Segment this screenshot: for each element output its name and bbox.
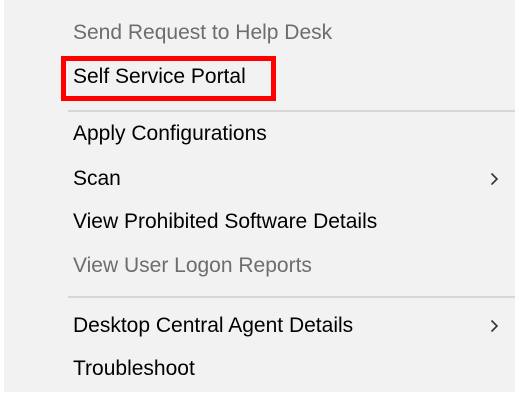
- menu-item-label: View Prohibited Software Details: [73, 210, 378, 233]
- menu-item-label: Scan: [73, 167, 121, 190]
- chevron-right-icon: [487, 172, 501, 186]
- menu-item-send-request-to-help-desk[interactable]: Send Request to Help Desk: [4, 11, 515, 55]
- menu-item-desktop-central-agent-details[interactable]: Desktop Central Agent Details: [4, 304, 515, 348]
- menu-separator: [68, 296, 515, 298]
- menu-item-view-prohibited-software-details[interactable]: View Prohibited Software Details: [4, 200, 515, 244]
- menu-item-view-user-logon-reports[interactable]: View User Logon Reports: [4, 244, 515, 288]
- context-menu: Send Request to Help Desk Self Service P…: [0, 0, 515, 396]
- menu-item-label: Send Request to Help Desk: [73, 21, 333, 44]
- menu-item-label: Desktop Central Agent Details: [73, 314, 354, 337]
- menu-item-scan[interactable]: Scan: [4, 157, 515, 201]
- chevron-right-icon: [487, 319, 501, 333]
- menu-item-self-service-portal[interactable]: Self Service Portal: [4, 55, 515, 99]
- menu-item-troubleshoot[interactable]: Troubleshoot: [4, 347, 515, 391]
- menu-item-apply-configurations[interactable]: Apply Configurations: [4, 112, 515, 156]
- menu-item-label: Apply Configurations: [73, 122, 267, 145]
- menu-item-label: Self Service Portal: [73, 65, 246, 88]
- menu-item-label: Troubleshoot: [73, 357, 195, 380]
- menu-item-label: View User Logon Reports: [73, 254, 312, 277]
